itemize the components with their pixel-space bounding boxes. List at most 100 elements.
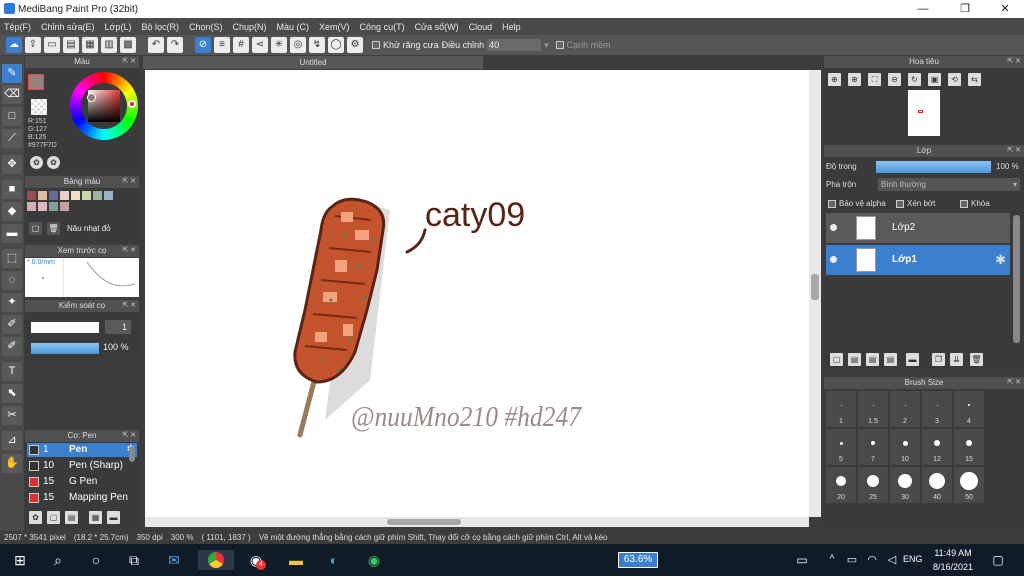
curve-snap-icon[interactable]: ↯ xyxy=(309,37,325,53)
menu-filter[interactable]: Bộ lọc(R) xyxy=(141,22,179,32)
fit-icon[interactable]: ⛶ xyxy=(868,73,881,86)
brush-copy-icon[interactable]: ▤ xyxy=(65,511,78,524)
brush-size-cell[interactable]: 3 xyxy=(922,391,952,427)
drawing-canvas[interactable]: caty09 @nuuMno210 #hd247 xyxy=(145,70,809,517)
notification-icon[interactable]: ▢ xyxy=(988,550,1008,570)
brush-list-scrollbar[interactable] xyxy=(129,446,135,462)
brush-size-cell[interactable]: 5 xyxy=(826,429,856,465)
text-tool-icon[interactable]: T xyxy=(2,362,22,381)
foreground-color-swatch[interactable] xyxy=(28,74,44,90)
brush-opacity-slider[interactable] xyxy=(31,343,99,354)
delete-layer-icon[interactable]: 🗑 xyxy=(970,353,983,366)
menu-edit[interactable]: Chỉnh sửa(E) xyxy=(41,22,95,32)
minimize-icon[interactable]: — xyxy=(908,1,938,17)
brush-size-cell[interactable]: 15 xyxy=(954,429,984,465)
visibility-icon[interactable] xyxy=(830,256,837,263)
brush-size-slider[interactable] xyxy=(31,322,99,333)
zoom-in-icon[interactable]: ⊕ xyxy=(848,73,861,86)
menu-layer[interactable]: Lớp(L) xyxy=(105,22,132,32)
brush-size-cell[interactable]: 20 xyxy=(826,467,856,503)
cross-snap-icon[interactable]: # xyxy=(233,37,249,53)
zoom-out-icon[interactable]: ⊖ xyxy=(888,73,901,86)
visibility-icon[interactable] xyxy=(830,224,837,231)
bucket-tool-icon[interactable]: ◆ xyxy=(2,202,22,221)
brush-new-icon[interactable]: ▢ xyxy=(47,511,60,524)
menu-help[interactable]: Help xyxy=(502,22,521,32)
settings-icon[interactable]: ⚙ xyxy=(347,37,363,53)
divide-tool-icon[interactable]: ✂ xyxy=(2,406,22,425)
medibang-icon[interactable]: ◉ xyxy=(364,550,384,570)
color-picker-handle[interactable] xyxy=(87,93,96,102)
brush-item[interactable]: 10 Pen (Sharp) xyxy=(27,459,137,473)
palette-swatch[interactable] xyxy=(38,202,47,211)
brush-size-cell[interactable]: 30 xyxy=(890,467,920,503)
fit-window-icon[interactable]: ▣ xyxy=(928,73,941,86)
palette-swatch[interactable] xyxy=(27,191,36,200)
duplicate-layer-icon[interactable]: ❐ xyxy=(932,353,945,366)
menu-snap[interactable]: Chụp(N) xyxy=(233,22,267,32)
windows-start-icon[interactable]: ⊞ xyxy=(10,550,30,570)
alpha-lock-checkbox[interactable] xyxy=(828,200,836,208)
pages-icon[interactable]: ▥ xyxy=(101,37,117,53)
palette-swatch[interactable] xyxy=(93,191,102,200)
transparent-color-swatch[interactable] xyxy=(31,99,47,115)
chevron-up-icon[interactable]: ^ xyxy=(822,550,842,570)
new-folder-icon[interactable]: ▬ xyxy=(906,353,919,366)
mail-icon[interactable]: ✉ xyxy=(164,550,184,570)
eraser-tool-icon[interactable]: ⌫ xyxy=(2,85,22,104)
keyboard-icon[interactable]: ▭ xyxy=(792,550,812,570)
move-tool-icon[interactable]: ✥ xyxy=(2,155,22,174)
clipping-checkbox[interactable] xyxy=(896,200,904,208)
palette-icon[interactable]: ✿ xyxy=(30,156,43,169)
soft-edge-checkbox[interactable] xyxy=(555,41,564,49)
palette-swatch[interactable] xyxy=(27,202,36,211)
brush-item[interactable]: 1 Pen ✱ xyxy=(27,443,137,457)
document-tab[interactable]: Untitled xyxy=(143,56,483,69)
cloud-icon[interactable]: ☁ xyxy=(6,37,22,53)
brush-size-cell[interactable]: 2 xyxy=(890,391,920,427)
hand-tool-icon[interactable]: ✋ xyxy=(2,454,22,473)
task-view-icon[interactable]: ⧉ xyxy=(124,550,144,570)
brush-folder-icon[interactable]: ▬ xyxy=(107,511,120,524)
operation-tool-icon[interactable]: ⬉ xyxy=(2,384,22,403)
new-swatch-icon[interactable]: ▢ xyxy=(29,222,42,235)
search-icon[interactable]: ⌕ xyxy=(48,550,68,570)
palette-swatch[interactable] xyxy=(49,191,58,200)
export-icon[interactable]: ⇪ xyxy=(25,37,41,53)
menu-cloud[interactable]: Cloud xyxy=(469,22,493,32)
rotate-icon[interactable]: ↻ xyxy=(908,73,921,86)
no-snap-icon[interactable]: ⊘ xyxy=(195,37,211,53)
select-eraser-icon[interactable]: ✐ xyxy=(2,337,22,356)
layer-settings-icon[interactable]: ✱ xyxy=(995,252,1006,268)
clock-date[interactable]: 8/16/2021 xyxy=(930,562,976,572)
brush-size-cell[interactable]: 10 xyxy=(890,429,920,465)
language-indicator[interactable]: ENG xyxy=(903,554,923,564)
restore-icon[interactable]: ❐ xyxy=(950,1,980,17)
brush-size-cell[interactable]: 25 xyxy=(858,467,888,503)
page-icon[interactable]: ▦ xyxy=(82,37,98,53)
rect-tool-icon[interactable]: ■ xyxy=(2,180,22,199)
brush-size-cell[interactable]: 40 xyxy=(922,467,952,503)
panel-menu-icon[interactable]: ⇱ ✕ xyxy=(122,56,136,68)
menu-view[interactable]: Xem(V) xyxy=(319,22,350,32)
palette-swatch[interactable] xyxy=(71,191,80,200)
cortana-icon[interactable]: ○ xyxy=(86,550,106,570)
select-pen-icon[interactable]: ✐ xyxy=(2,315,22,334)
menu-file[interactable]: Tệp(F) xyxy=(4,22,31,32)
layer-opacity-slider[interactable] xyxy=(876,161,991,173)
reset-rotate-icon[interactable]: ⟲ xyxy=(948,73,961,86)
eyedropper-icon[interactable]: ⊿ xyxy=(2,431,22,450)
brush-size-input[interactable]: 1 xyxy=(105,320,131,334)
redo-icon[interactable]: ↷ xyxy=(167,37,183,53)
menu-color[interactable]: Màu (C) xyxy=(277,22,310,32)
adjust-input[interactable]: 40 xyxy=(487,39,542,51)
new-1bit-layer-icon[interactable]: ▤ xyxy=(884,353,897,366)
select-tool-icon[interactable]: ⬚ xyxy=(2,249,22,268)
lock-checkbox[interactable] xyxy=(960,200,968,208)
palette-swatch[interactable] xyxy=(104,191,113,200)
new-8bit-layer-icon[interactable]: ▤ xyxy=(866,353,879,366)
layer-row[interactable]: Lớp1 ✱ xyxy=(826,245,1010,275)
merge-layer-icon[interactable]: ⇊ xyxy=(950,353,963,366)
brush-settings-icon[interactable]: ▦ xyxy=(89,511,102,524)
vanish-snap-icon[interactable]: ⋖ xyxy=(252,37,268,53)
